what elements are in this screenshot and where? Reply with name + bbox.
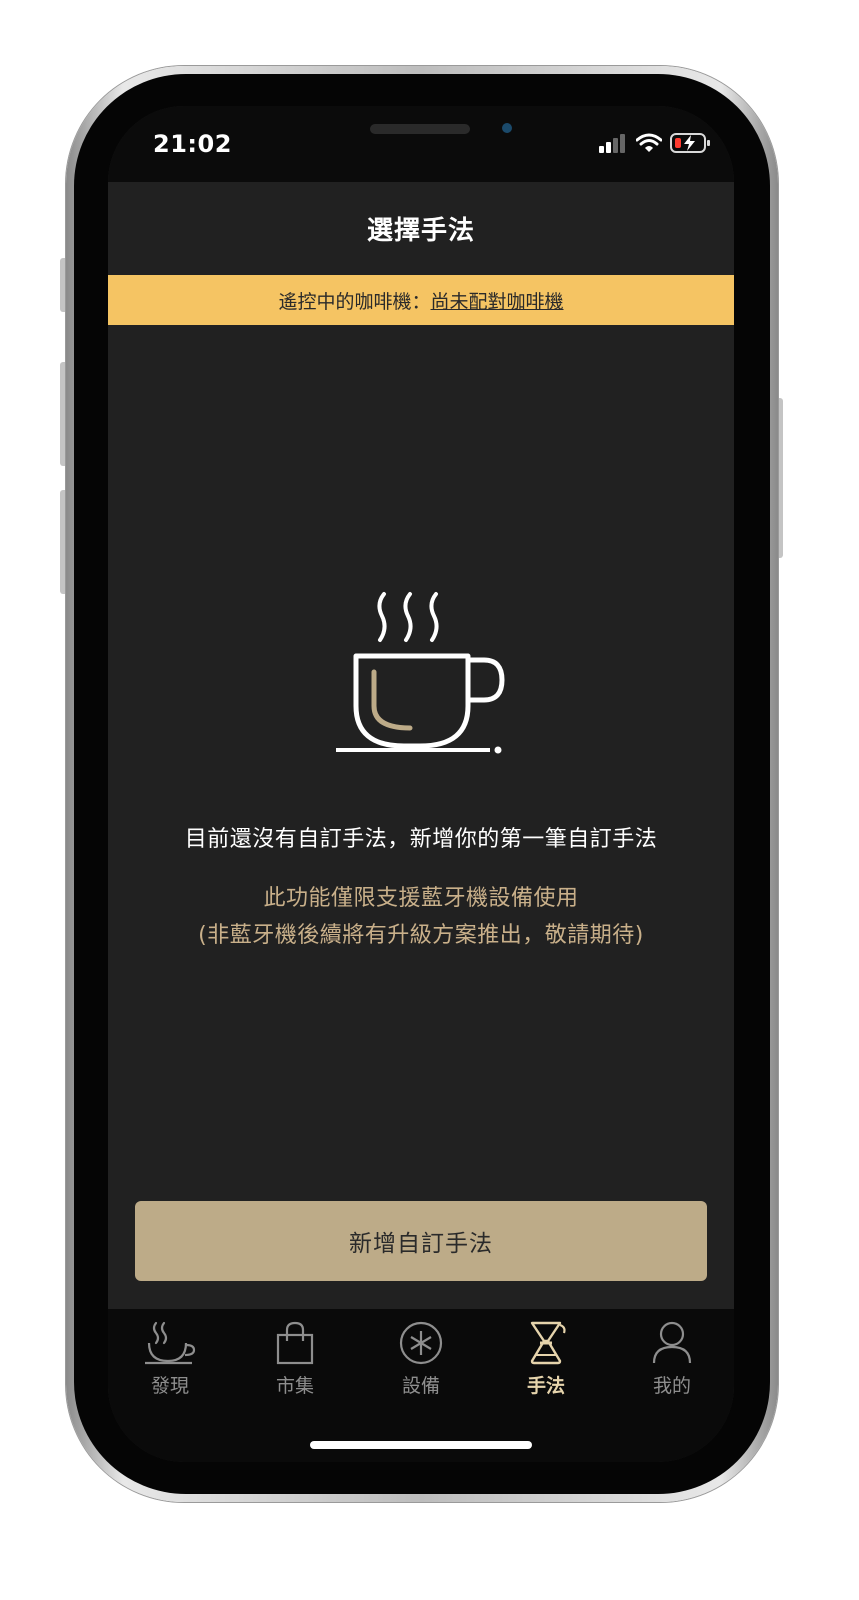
app-header: 選擇手法 — [108, 182, 734, 275]
chemex-icon — [530, 1321, 566, 1365]
tab-discover[interactable]: 發現 — [120, 1321, 220, 1398]
status-icons — [598, 132, 712, 154]
add-custom-method-button[interactable]: 新增自訂手法 — [135, 1201, 707, 1281]
battery-charging-icon — [670, 133, 710, 153]
paired-machine-banner: 遙控中的咖啡機： 尚未配對咖啡機 — [108, 275, 734, 325]
tab-label-devices: 設備 — [401, 1375, 440, 1397]
pair-machine-link[interactable]: 尚未配對咖啡機 — [431, 287, 564, 314]
bluetooth-note-line2: (非藍牙機後續將有升級方案推出，敬請期待) — [198, 923, 644, 948]
tab-label-profile: 我的 — [652, 1375, 691, 1397]
steaming-cup-icon — [145, 1321, 196, 1365]
tab-bar: 發現 市集 設備 手法 我的 — [108, 1309, 734, 1462]
tab-label-discover: 發現 — [150, 1375, 189, 1397]
tab-label-methods: 手法 — [526, 1375, 565, 1397]
tab-devices[interactable]: 設備 — [371, 1321, 471, 1398]
home-indicator[interactable] — [310, 1441, 532, 1449]
tab-label-market: 市集 — [275, 1375, 314, 1397]
status-bar: 21:02 — [108, 106, 734, 182]
user-icon — [652, 1321, 692, 1364]
speaker-grille — [370, 124, 470, 134]
wifi-icon — [636, 133, 662, 152]
bluetooth-note: 此功能僅限支援藍牙機設備使用 (非藍牙機後續將有升級方案推出，敬請期待) — [108, 880, 734, 954]
tab-profile[interactable]: 我的 — [622, 1321, 722, 1398]
device-icon — [399, 1321, 443, 1365]
tab-market[interactable]: 市集 — [245, 1321, 345, 1398]
front-camera — [502, 123, 512, 133]
bluetooth-note-line1: 此功能僅限支援藍牙機設備使用 — [263, 886, 579, 911]
shopping-bag-icon — [276, 1321, 314, 1365]
page-title: 選擇手法 — [366, 216, 475, 246]
phone-screen: 21:02 選擇手法 遙控中的咖啡機： 尚未配對咖啡機 目前還沒有自訂手法，新增… — [108, 106, 734, 1462]
signal-icon — [599, 134, 625, 153]
empty-state-title: 目前還沒有自訂手法，新增你的第一筆自訂手法 — [184, 827, 658, 852]
status-time: 21:02 — [153, 130, 232, 158]
banner-label: 遙控中的咖啡機： — [278, 290, 431, 313]
coffee-cup-icon — [336, 592, 505, 754]
tab-methods[interactable]: 手法 — [496, 1321, 596, 1398]
